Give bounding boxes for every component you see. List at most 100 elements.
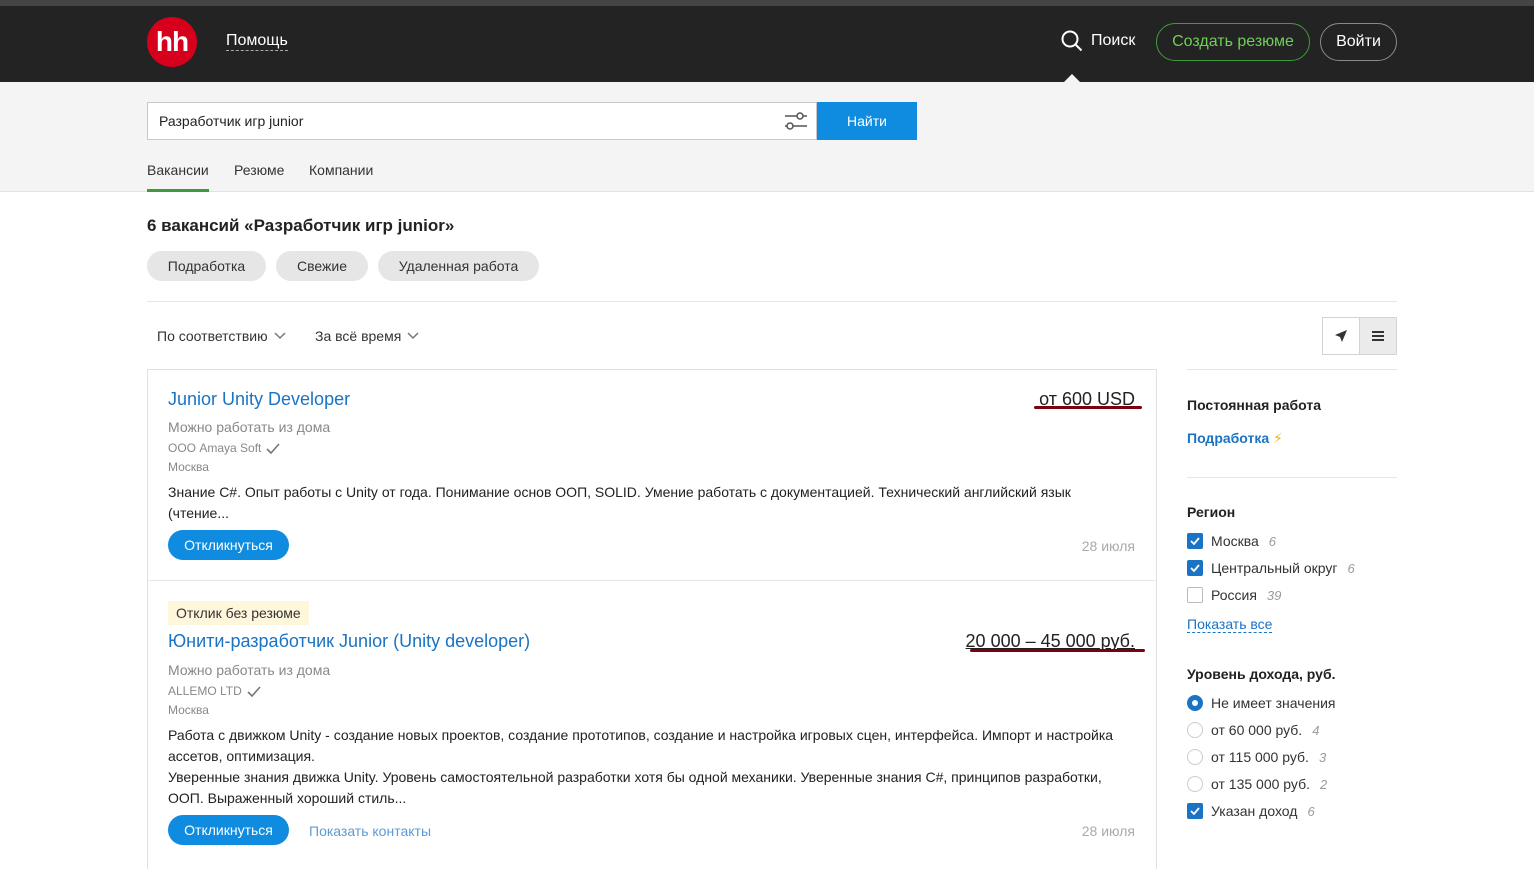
find-button[interactable]: Найти xyxy=(817,102,917,140)
radio-selected[interactable] xyxy=(1187,695,1203,711)
option-label: от 135 000 руб. xyxy=(1211,776,1310,792)
checkbox-checked[interactable] xyxy=(1187,533,1203,549)
vacancy-card: Отклик без резюме Юнити-разработчик Juni… xyxy=(148,581,1156,881)
region-heading: Регион xyxy=(1187,504,1236,520)
sidebar-divider xyxy=(1187,477,1397,478)
radio-unselected[interactable] xyxy=(1187,722,1203,738)
hh-logo[interactable]: hh xyxy=(147,17,197,67)
vacancy-description: Работа с движком Unity - создание новых … xyxy=(168,727,1114,764)
income-option[interactable]: от 60 000 руб. 4 xyxy=(1187,722,1319,738)
top-strip xyxy=(0,0,1534,6)
sidebar-divider xyxy=(1187,369,1397,370)
tab-companies[interactable]: Компании xyxy=(309,162,373,192)
employment-heading: Постоянная работа xyxy=(1187,397,1322,413)
income-option[interactable]: от 135 000 руб. 2 xyxy=(1187,776,1327,792)
company-label: ALLEMO LTD xyxy=(168,684,242,698)
company-label: ООО Amaya Soft xyxy=(168,441,262,455)
option-count: 6 xyxy=(1307,803,1315,819)
option-count: 3 xyxy=(1318,749,1327,765)
option-label: Не имеет значения xyxy=(1211,695,1336,711)
vacancy-date: 28 июля xyxy=(1081,538,1135,554)
chip-fresh[interactable]: Свежие xyxy=(276,251,368,281)
option-label: Указан доход xyxy=(1211,803,1298,819)
view-toggle xyxy=(1322,317,1397,355)
option-label: Москва xyxy=(1211,533,1259,549)
checkbox-checked[interactable] xyxy=(1187,803,1203,819)
radio-unselected[interactable] xyxy=(1187,776,1203,792)
company-name[interactable]: ООО Amaya Soft xyxy=(168,441,280,455)
option-count: 2 xyxy=(1319,776,1328,792)
income-option[interactable]: Не имеет значения xyxy=(1187,695,1335,711)
chevron-down-icon xyxy=(274,332,286,340)
option-label: Центральный округ xyxy=(1211,560,1338,576)
company-name[interactable]: ALLEMO LTD xyxy=(168,684,261,698)
create-resume-button[interactable]: Создать резюме xyxy=(1156,23,1310,61)
checkbox-unchecked[interactable] xyxy=(1187,587,1203,603)
chip-remote[interactable]: Удаленная работа xyxy=(378,251,539,281)
verified-check-icon xyxy=(266,442,280,454)
part-time-filter-link[interactable]: Подработка ⚡ xyxy=(1187,430,1283,447)
sort-relevance-label: По соответствию xyxy=(157,328,268,344)
vacancy-city: Москва xyxy=(168,460,209,474)
show-contacts-link[interactable]: Показать контакты xyxy=(309,823,431,839)
sort-relevance-dropdown[interactable]: По соответствию xyxy=(157,328,286,344)
respond-button[interactable]: Откликнуться xyxy=(168,530,289,560)
vacancy-title-link[interactable]: Юнити-разработчик Junior (Unity develope… xyxy=(168,631,530,652)
vacancy-city: Москва xyxy=(168,703,209,717)
option-count: 4 xyxy=(1312,722,1320,738)
income-specified-option[interactable]: Указан доход 6 xyxy=(1187,803,1315,819)
map-view-button[interactable] xyxy=(1323,318,1360,354)
income-option[interactable]: от 115 000 руб. 3 xyxy=(1187,749,1326,765)
search-notch xyxy=(1064,74,1080,82)
radio-unselected[interactable] xyxy=(1187,749,1203,765)
verified-check-icon xyxy=(247,685,261,697)
list-icon xyxy=(1371,331,1384,341)
option-count: 6 xyxy=(1268,533,1277,549)
filter-settings-icon[interactable] xyxy=(783,110,809,132)
check-icon xyxy=(1190,537,1200,545)
list-view-button[interactable] xyxy=(1359,318,1396,354)
part-time-label: Подработка xyxy=(1187,430,1270,446)
location-arrow-icon xyxy=(1334,330,1347,342)
vacancy-requirements: Уверенные знания движка Unity. Уровень с… xyxy=(168,769,1102,806)
sort-time-dropdown[interactable]: За всё время xyxy=(315,328,419,344)
vacancy-title-link[interactable]: Junior Unity Developer xyxy=(168,389,350,410)
region-option-central[interactable]: Центральный округ 6 xyxy=(1187,560,1355,576)
option-count: 6 xyxy=(1347,560,1355,576)
search-link[interactable]: Поиск xyxy=(1061,30,1135,52)
tab-vacancies[interactable]: Вакансии xyxy=(147,162,209,192)
check-icon xyxy=(1190,807,1200,815)
show-all-regions-link[interactable]: Показать все xyxy=(1187,617,1273,633)
search-area: Разработчик игр junior Найти Вакансии Ре… xyxy=(0,82,1534,192)
search-link-label: Поиск xyxy=(1091,32,1136,49)
remote-note: Можно работать из дома xyxy=(168,662,331,678)
chip-part-time[interactable]: Подработка xyxy=(147,251,266,281)
search-input[interactable]: Разработчик игр junior xyxy=(147,102,817,140)
sort-time-label: За всё время xyxy=(315,328,402,344)
remote-note: Можно работать из дома xyxy=(168,419,331,435)
lightning-icon: ⚡ xyxy=(1273,430,1283,446)
search-icon xyxy=(1061,30,1083,52)
vacancy-date: 28 июля xyxy=(1081,823,1135,839)
respond-button[interactable]: Откликнуться xyxy=(168,815,289,845)
income-heading: Уровень дохода, руб. xyxy=(1187,666,1336,682)
help-link[interactable]: Помощь xyxy=(226,32,288,51)
salary-highlight xyxy=(1034,406,1142,409)
option-label: от 115 000 руб. xyxy=(1211,749,1309,765)
option-label: Россия xyxy=(1211,587,1257,603)
option-count: 39 xyxy=(1266,587,1282,603)
region-option-moscow[interactable]: Москва 6 xyxy=(1187,533,1276,549)
checkbox-checked[interactable] xyxy=(1187,560,1203,576)
login-button[interactable]: Войти xyxy=(1320,23,1397,61)
divider xyxy=(147,301,1397,302)
no-resume-badge: Отклик без резюме xyxy=(168,601,309,625)
option-label: от 60 000 руб. xyxy=(1211,722,1303,738)
tab-resumes[interactable]: Резюме xyxy=(234,162,284,192)
region-option-russia[interactable]: Россия 39 xyxy=(1187,587,1281,603)
vacancy-description: Знание C#. Опыт работы с Unity от года. … xyxy=(168,484,1071,521)
top-bar: hh Помощь Поиск Создать резюме Войти xyxy=(0,0,1534,82)
results-title: 6 вакансий «Разработчик игр junior» xyxy=(147,216,455,235)
salary-highlight xyxy=(970,649,1145,652)
check-icon xyxy=(1190,564,1200,572)
vacancy-card: Junior Unity Developer от 600 USD Можно … xyxy=(148,370,1156,581)
